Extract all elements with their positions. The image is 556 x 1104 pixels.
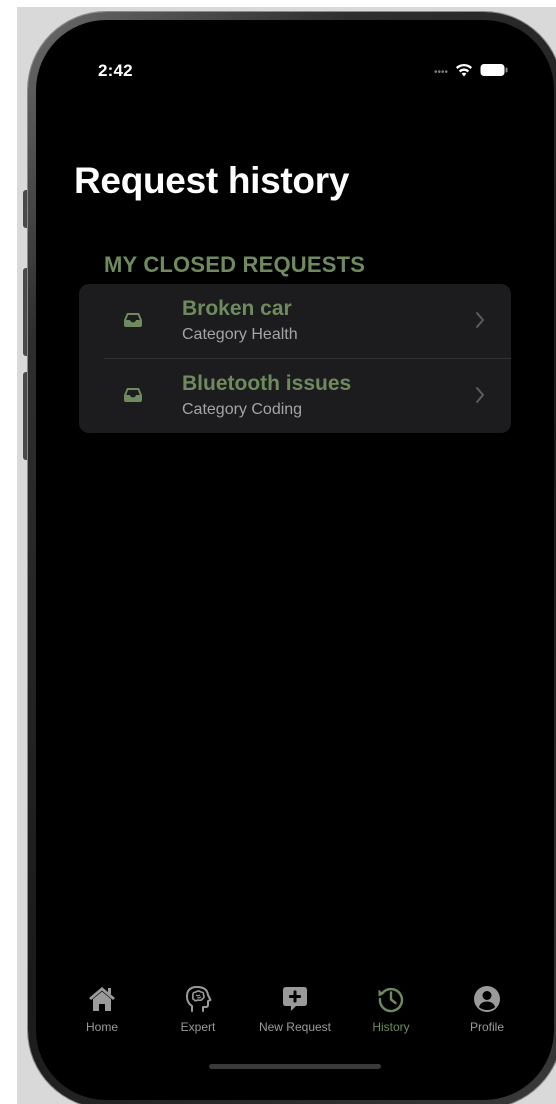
page-title: Request history [74,160,350,201]
clock-history-icon [378,987,404,1013]
status-time: 2:42 [98,61,133,80]
tab-history[interactable]: History [343,976,439,1040]
tray-icon [124,388,142,402]
chevron-right-icon [476,387,484,403]
request-title: Broken car [182,297,292,320]
request-title: Bluetooth issues [182,372,352,395]
phone-screen: 2:42 •••• Request history MY CLOSED REQU… [36,20,554,1100]
tab-home[interactable]: Home [54,976,150,1040]
tab-bar: Home Expert New Request History Profile [36,976,554,1046]
closed-requests-list: Broken car Category Health Bluetooth iss… [79,284,511,433]
request-row[interactable]: Bluetooth issues Category Coding [79,359,511,433]
request-row[interactable]: Broken car Category Health [79,284,511,359]
tab-label: Home [85,1020,118,1034]
wifi-icon [456,63,472,77]
tab-expert[interactable]: Expert [150,976,246,1040]
person-circle-icon [474,986,500,1012]
tab-new-request[interactable]: New Request [247,976,343,1040]
tab-label: Expert [180,1020,216,1034]
brain-head-icon [186,986,212,1012]
tab-profile[interactable]: Profile [439,976,535,1040]
cellular-dots-icon: •••• [433,67,448,78]
tab-label: History [372,1020,410,1034]
request-category: Category Health [182,326,298,343]
tab-label: Profile [469,1020,504,1034]
tray-icon [124,313,142,327]
tab-label: New Request [258,1020,332,1034]
home-indicator[interactable] [209,1064,381,1069]
simulator-window: 2:42 •••• Request history MY CLOSED REQU… [0,0,556,1104]
battery-icon [480,64,508,76]
chevron-right-icon [476,312,484,328]
plus-bubble-icon [283,987,307,1011]
section-header: MY CLOSED REQUESTS [104,252,366,277]
status-icons: •••• [434,62,508,78]
house-icon [89,987,115,1011]
request-category: Category Coding [182,401,303,418]
